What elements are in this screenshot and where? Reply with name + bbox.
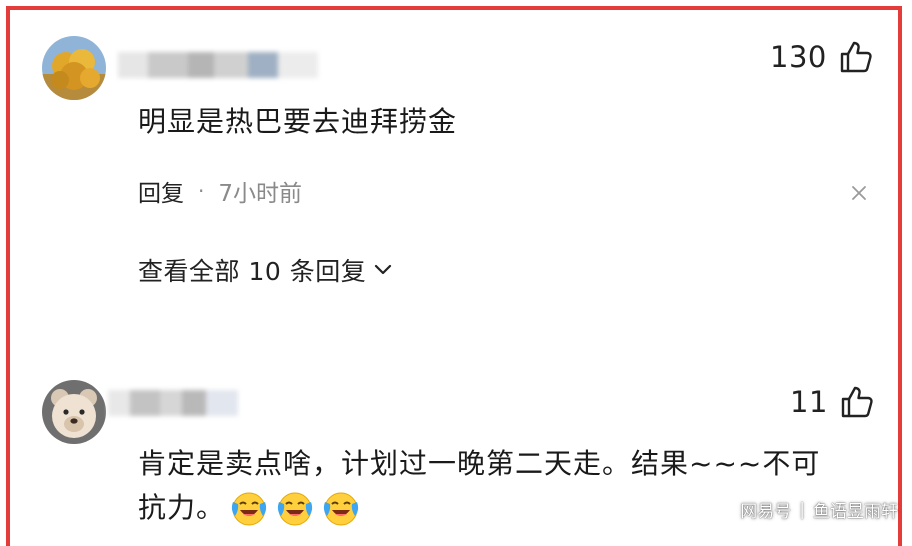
laughing-crying-emoji	[229, 488, 269, 528]
chevron-down-icon	[372, 259, 394, 281]
like-count-value: 130	[770, 40, 827, 74]
commenter-avatar[interactable]	[42, 36, 106, 100]
commenter-avatar[interactable]	[42, 380, 106, 444]
comment-text-line-2: 抗力。	[138, 486, 820, 530]
comment-text-line: 抗力。	[138, 486, 225, 530]
like-count[interactable]: 130	[770, 40, 873, 74]
blurred-username	[108, 390, 238, 416]
comment-meta: 回复 · 7小时前	[138, 174, 302, 208]
comment-text: 明显是热巴要去迪拜捞金	[138, 100, 457, 144]
watermark: 网易号 | 鱼语昱雨轩	[740, 497, 898, 522]
close-icon[interactable]	[850, 184, 868, 202]
reply-button[interactable]: 回复	[138, 174, 184, 208]
comment-text-line: 肯定是卖点啥，计划过一晚第二天走。结果~~~不可	[138, 442, 820, 486]
blurred-username	[118, 52, 318, 78]
comment-timestamp: 7小时前	[218, 174, 302, 208]
view-all-replies-label: 查看全部 10 条回复	[138, 252, 366, 288]
like-count-value: 11	[790, 385, 828, 419]
watermark-separator: |	[799, 500, 805, 520]
watermark-source: 网易号	[740, 497, 791, 522]
view-all-replies-button[interactable]: 查看全部 10 条回复	[138, 252, 394, 288]
meta-separator: ·	[198, 179, 204, 203]
thumbs-up-icon[interactable]	[839, 40, 873, 74]
emoji-group	[229, 488, 361, 528]
comment-text: 肯定是卖点啥，计划过一晚第二天走。结果~~~不可 抗力。	[138, 442, 820, 530]
watermark-author: 鱼语昱雨轩	[813, 497, 898, 522]
laughing-crying-emoji	[275, 488, 315, 528]
laughing-crying-emoji	[321, 488, 361, 528]
thumbs-up-icon[interactable]	[840, 385, 874, 419]
like-count[interactable]: 11	[790, 385, 874, 419]
